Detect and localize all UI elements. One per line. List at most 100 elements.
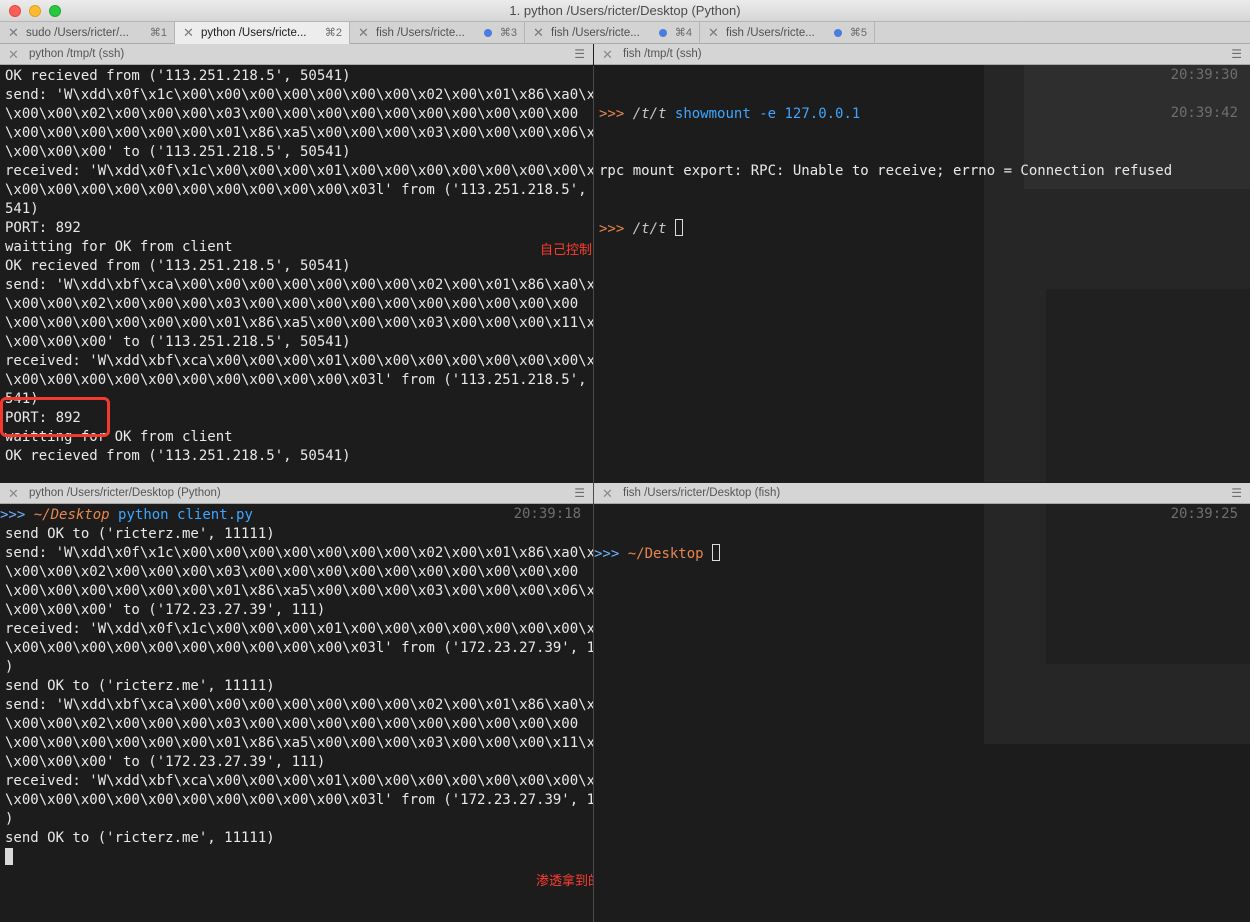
timestamp: 20:39:25 [1170, 506, 1238, 522]
pane-bottom-right[interactable]: ✕ fish /Users/ricter/Desktop (fish) ☰ >>… [594, 483, 1250, 922]
close-icon[interactable]: ✕ [183, 22, 194, 44]
prompt: >>> [599, 106, 625, 122]
tab-3[interactable]: ✕ fish /Users/ricte... ⌘3 [350, 22, 525, 44]
window-title: 1. python /Users/ricter/Desktop (Python) [509, 3, 741, 18]
command-line: >>> ~/Desktop python client.py [0, 506, 593, 525]
pane-title: python /tmp/t (ssh) [29, 48, 125, 60]
pane-title: fish /tmp/t (ssh) [623, 48, 702, 60]
menu-icon[interactable]: ☰ [574, 44, 585, 65]
tab-bar: ✕ sudo /Users/ricter/... ⌘1 ✕ python /Users/… [0, 22, 1250, 44]
output-line: \x00\x00\x00\x00\x00\x00\x00\x00\x00\x00… [5, 792, 593, 808]
tab-label: fish /Users/ricte... [726, 27, 815, 39]
close-icon[interactable]: ✕ [358, 22, 369, 44]
close-icon[interactable]: ✕ [602, 483, 613, 504]
tab-label: fish /Users/ricte... [551, 27, 640, 39]
command-args: -e 127.0.0.1 [759, 106, 861, 122]
timestamp: 20:39:42 [1170, 105, 1238, 121]
command-line: >>> ~/Desktop [594, 544, 1250, 563]
pane-top-left[interactable]: ✕ python /tmp/t (ssh) ☰ OK recieved from… [0, 44, 593, 482]
output-line: \x00\x00\x02\x00\x00\x00\x03\x00\x00\x00… [5, 564, 579, 580]
cwd: /t/t [632, 221, 667, 237]
output-line: \x00\x00\x00\x00\x00\x00\x01\x86\xa5\x00… [5, 583, 593, 599]
pane-header: ✕ python /tmp/t (ssh) ☰ [0, 44, 593, 65]
command-args: client.py [177, 507, 253, 523]
close-icon[interactable]: ✕ [602, 44, 613, 65]
pane-header: ✕ fish /Users/ricter/Desktop (fish) ☰ [594, 483, 1250, 504]
terminal-output[interactable]: OK recieved from ('113.251.218.5', 50541… [0, 65, 593, 482]
output-line: ) [5, 811, 14, 827]
cursor [5, 848, 13, 865]
pane-bottom-left[interactable]: ✕ python /Users/ricter/Desktop (Python) … [0, 483, 593, 922]
output-line: OK recieved from ('113.251.218.5', 50541… [5, 258, 351, 274]
output-line: \x00\x00\x00\x00\x00\x00\x01\x86\xa5\x00… [5, 315, 593, 331]
output-line: send: 'W\xdd\x0f\x1c\x00\x00\x00\x00\x00… [5, 87, 593, 103]
terminal-output[interactable]: >>> ~/Desktop 20:39:25 [594, 504, 1250, 922]
tab-label: python /Users/ricte... [201, 27, 307, 39]
pane-divider[interactable] [593, 66, 594, 922]
menu-icon[interactable]: ☰ [574, 483, 585, 504]
pane-top-right[interactable]: ✕ fish /tmp/t (ssh) ☰ >>> /t/t showmount… [594, 44, 1250, 482]
output-line: \x00\x00\x00' to ('172.23.27.39', 111) [5, 602, 326, 618]
tab-1[interactable]: ✕ sudo /Users/ricter/... ⌘1 [0, 22, 175, 44]
tab-2[interactable]: ✕ python /Users/ricte... ⌘2 [175, 22, 350, 44]
annotation-label: 渗透拿到的服务器 [536, 873, 593, 888]
terminal-lines: >>> ~/Desktop python client.py send OK to… [0, 506, 593, 867]
tab-5[interactable]: ✕ fish /Users/ricte... ⌘5 [700, 22, 875, 44]
timestamp: 20:39:18 [513, 506, 581, 522]
output-line: \x00\x00\x00' to ('113.251.218.5', 50541… [5, 144, 351, 160]
pane-title: fish /Users/ricter/Desktop (fish) [623, 487, 781, 499]
close-icon[interactable]: ✕ [8, 22, 19, 44]
activity-dot-icon [834, 29, 842, 37]
tab-4[interactable]: ✕ fish /Users/ricte... ⌘4 [525, 22, 700, 44]
close-icon[interactable]: ✕ [533, 22, 544, 44]
output-line: send: 'W\xdd\xbf\xca\x00\x00\x00\x00\x00… [5, 277, 593, 293]
tab-shortcut: ⌘4 [674, 27, 692, 39]
tab-shortcut: ⌘5 [849, 27, 867, 39]
annotation-label: 自己控制的服务器 [540, 242, 593, 257]
activity-dot-icon [484, 29, 492, 37]
output-line: received: 'W\xdd\xbf\xca\x00\x00\x00\x01… [5, 773, 593, 789]
prompt: >>> [0, 507, 26, 523]
command-line: >>> /t/t showmount -e 127.0.0.1 [599, 105, 1250, 124]
pane-header: ✕ fish /tmp/t (ssh) ☰ [594, 44, 1250, 65]
cursor [712, 544, 721, 561]
output-line: \x00\x00\x00\x00\x00\x00\x01\x86\xa5\x00… [5, 735, 593, 751]
output-line: rpc mount export: RPC: Unable to receive… [599, 163, 1173, 179]
window-minimize-button[interactable] [29, 5, 41, 17]
output-line: \x00\x00\x00' to ('172.23.27.39', 111) [5, 754, 326, 770]
output-line: send OK to ('ricterz.me', 11111) [5, 678, 275, 694]
output-line: \x00\x00\x00\x00\x00\x00\x00\x00\x00\x00… [5, 372, 593, 388]
activity-dot-icon [659, 29, 667, 37]
tab-shortcut: ⌘1 [149, 27, 167, 39]
window-close-button[interactable] [9, 5, 21, 17]
menu-icon[interactable]: ☰ [1231, 44, 1242, 65]
prompt: >>> [594, 546, 620, 562]
output-line: \x00\x00\x00\x00\x00\x00\x00\x00\x00\x00… [5, 182, 593, 198]
output-line: send: 'W\xdd\x0f\x1c\x00\x00\x00\x00\x00… [5, 545, 593, 561]
terminal-lines: >>> ~/Desktop [594, 506, 1250, 601]
pane-title: python /Users/ricter/Desktop (Python) [29, 487, 221, 499]
window-zoom-button[interactable] [49, 5, 61, 17]
close-icon[interactable]: ✕ [708, 22, 719, 44]
output-line: 541) [5, 201, 39, 217]
output-line: OK recieved from ('113.251.218.5', 50541… [5, 448, 351, 464]
output-line: \x00\x00\x02\x00\x00\x00\x03\x00\x00\x00… [5, 106, 579, 122]
tab-shortcut: ⌘2 [324, 27, 342, 39]
close-icon[interactable]: ✕ [8, 44, 19, 65]
terminal-lines: >>> /t/t showmount -e 127.0.0.1 rpc moun… [599, 67, 1250, 276]
output-line: send: 'W\xdd\xbf\xca\x00\x00\x00\x00\x00… [5, 697, 593, 713]
output-line: \x00\x00\x02\x00\x00\x00\x03\x00\x00\x00… [5, 716, 579, 732]
terminal-output[interactable]: >>> /t/t showmount -e 127.0.0.1 rpc moun… [594, 65, 1250, 482]
terminal-output[interactable]: >>> ~/Desktop python client.py send OK to… [0, 504, 593, 922]
close-icon[interactable]: ✕ [8, 483, 19, 504]
pane-header: ✕ python /Users/ricter/Desktop (Python) … [0, 483, 593, 504]
output-line: received: 'W\xdd\x0f\x1c\x00\x00\x00\x01… [5, 621, 593, 637]
menu-icon[interactable]: ☰ [1231, 483, 1242, 504]
output-line: waitting for OK from client [5, 239, 233, 255]
command: python [118, 507, 169, 523]
tab-label: fish /Users/ricte... [376, 27, 465, 39]
output-line: \x00\x00\x00\x00\x00\x00\x01\x86\xa5\x00… [5, 125, 593, 141]
cursor-line [0, 848, 593, 867]
output-line: OK recieved from ('113.251.218.5', 50541… [5, 68, 351, 84]
cwd: /t/t [632, 106, 667, 122]
